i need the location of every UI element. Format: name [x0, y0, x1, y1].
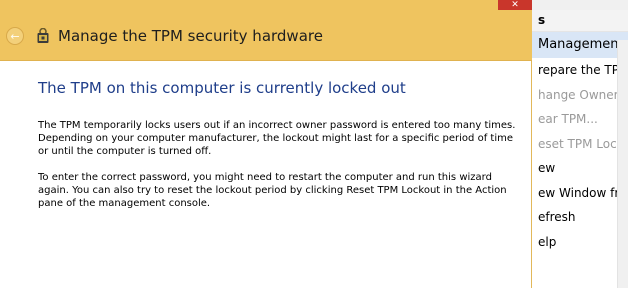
actions-pane: s Managemen... repare the TPM... hange O…: [532, 0, 628, 288]
close-icon: ✕: [511, 0, 519, 10]
action-clear-tpm[interactable]: ear TPM...: [532, 107, 628, 132]
actions-pane-scrollbar[interactable]: [617, 40, 628, 288]
wizard-header: ← Manage the TPM security hardware: [0, 10, 532, 61]
back-button[interactable]: ←: [6, 27, 24, 45]
action-new-window[interactable]: ew Window fro...: [532, 181, 628, 206]
close-button[interactable]: ✕: [498, 0, 532, 10]
lockout-instructions: To enter the correct password, you might…: [38, 172, 507, 209]
actions-pane-heading: s: [532, 10, 628, 32]
action-reset-tpm-lockout[interactable]: eset TPM Locko...: [532, 132, 628, 157]
action-prepare-tpm[interactable]: repare the TPM...: [532, 58, 628, 83]
actions-pane-topbar: [532, 0, 628, 10]
wizard-title: Manage the TPM security hardware: [58, 27, 323, 45]
tpm-chip-icon: [37, 28, 49, 43]
lockout-explanation: The TPM temporarily locks users out if a…: [38, 120, 516, 157]
action-change-owner-password[interactable]: hange Owner P...: [532, 83, 628, 108]
action-refresh[interactable]: efresh: [532, 205, 628, 230]
wizard-content: The TPM on this computer is currently lo…: [38, 79, 518, 223]
window-title-strip[interactable]: [0, 0, 532, 10]
tpm-wizard-window: ✕ ← Manage the TPM security hardware The…: [0, 0, 532, 288]
action-view[interactable]: ew: [532, 156, 628, 181]
action-help[interactable]: elp: [532, 230, 628, 255]
actions-section-header[interactable]: Managemen...: [532, 32, 628, 58]
page-heading: The TPM on this computer is currently lo…: [38, 79, 406, 97]
back-arrow-icon: ←: [10, 29, 20, 43]
